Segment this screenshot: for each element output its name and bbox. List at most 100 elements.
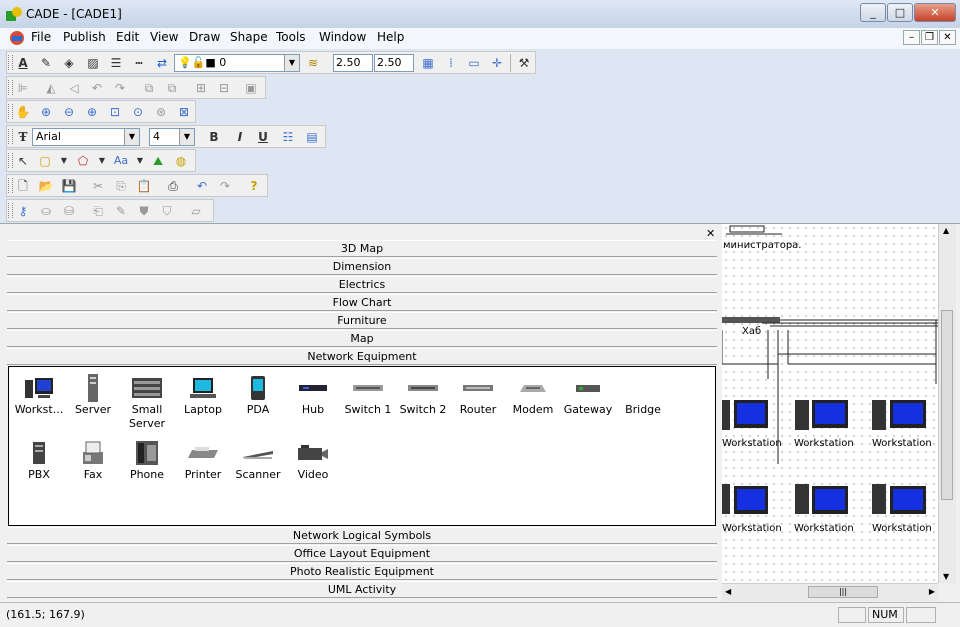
paragraph-icon[interactable]: ☷ <box>280 129 296 145</box>
layers-icon[interactable]: ≋ <box>305 55 321 71</box>
bold-button[interactable]: B <box>206 129 222 145</box>
menu-edit[interactable]: Edit <box>116 30 139 44</box>
image-icon[interactable]: ⛰ <box>150 153 166 169</box>
vertical-scrollbar[interactable]: ▲ ▼ <box>938 224 956 583</box>
shape-video[interactable]: Video <box>285 438 341 482</box>
menu-file[interactable]: File <box>31 30 51 44</box>
rotate-right-icon[interactable]: ↷ <box>112 80 128 96</box>
save-icon[interactable]: 💾 <box>61 178 77 194</box>
font-size-select[interactable]: 4 ▼ <box>149 128 195 146</box>
arrows-icon[interactable]: ⇄ <box>154 55 170 71</box>
close-button[interactable]: ✕ <box>914 3 956 22</box>
shape-bridge[interactable]: Bridge <box>615 373 671 417</box>
menu-view[interactable]: View <box>150 30 178 44</box>
category-office-layout-equipment[interactable]: Office Layout Equipment <box>7 545 717 562</box>
export-1-icon[interactable]: ⎗ <box>90 203 106 219</box>
shape-workstation[interactable]: Workst... <box>11 373 67 417</box>
shape-pbx[interactable]: PBX <box>11 438 67 482</box>
drawing-canvas[interactable]: министратора. Хаб Workstation Workstatio… <box>722 224 938 583</box>
category-3d-map[interactable]: 3D Map <box>7 240 717 257</box>
shape-gateway[interactable]: Gateway <box>560 373 616 417</box>
mdi-minimize-button[interactable]: – <box>903 30 920 45</box>
mdi-close-button[interactable]: ✕ <box>939 30 956 45</box>
open-folder-icon[interactable]: 📂 <box>38 178 54 194</box>
export-2-icon[interactable]: ✎ <box>113 203 129 219</box>
shape-pda[interactable]: PDA <box>230 373 286 417</box>
menu-help[interactable]: Help <box>377 30 404 44</box>
shape-fax[interactable]: Fax <box>65 438 121 482</box>
shape-server[interactable]: Server <box>65 373 121 417</box>
chevron-down-icon[interactable]: ▼ <box>56 153 72 169</box>
close-pane-icon[interactable]: ✕ <box>706 227 715 240</box>
shape-phone[interactable]: Phone <box>119 438 175 482</box>
minimize-button[interactable]: _ <box>860 3 886 22</box>
group-icon[interactable]: ⊞ <box>193 80 209 96</box>
pan-hand-icon[interactable]: ✋ <box>15 104 31 120</box>
menu-publish[interactable]: Publish <box>63 30 106 44</box>
width-field[interactable]: 2.50 <box>333 54 373 72</box>
category-map[interactable]: Map <box>7 330 717 347</box>
bring-front-icon[interactable]: ⧉ <box>141 80 157 96</box>
horizontal-scroll-thumb[interactable]: ||| <box>808 586 878 598</box>
ungroup-icon[interactable]: ⊟ <box>216 80 232 96</box>
polygon-tool-icon[interactable]: ⬠ <box>75 153 91 169</box>
flip-horizontal-icon[interactable]: ◭ <box>43 80 59 96</box>
rotate-left-icon[interactable]: ↶ <box>89 80 105 96</box>
key-icon[interactable]: ⚷ <box>15 203 31 219</box>
height-field[interactable]: 2.50 <box>374 54 414 72</box>
category-flow-chart[interactable]: Flow Chart <box>7 294 717 311</box>
text-tool-button[interactable]: Aa <box>113 153 129 169</box>
category-uml-activity[interactable]: UML Activity <box>7 581 717 598</box>
menu-shape[interactable]: Shape <box>230 30 268 44</box>
select-arrow-icon[interactable]: ↖ <box>15 153 31 169</box>
category-network-logical-symbols[interactable]: Network Logical Symbols <box>7 527 717 544</box>
text-properties-icon[interactable]: ▤ <box>304 129 320 145</box>
publish-2-icon[interactable]: ⛁ <box>61 203 77 219</box>
properties-icon[interactable]: ▣ <box>243 80 259 96</box>
undo-icon[interactable]: ↶ <box>194 178 210 194</box>
vertical-scroll-thumb[interactable] <box>941 310 953 500</box>
copy-icon[interactable]: ⎘ <box>113 178 129 194</box>
paste-icon[interactable]: 📋 <box>136 178 152 194</box>
shape-router[interactable]: Router <box>450 373 506 417</box>
font-select[interactable]: Arial ▼ <box>32 128 140 146</box>
horizontal-scrollbar[interactable]: ◀ ||| ▶ <box>722 583 938 601</box>
grid-icon[interactable]: ▦ <box>420 55 436 71</box>
shape-small-server[interactable]: Small Server <box>119 373 175 431</box>
zoom-fit-icon[interactable]: ⊡ <box>107 104 123 120</box>
category-dimension[interactable]: Dimension <box>7 258 717 275</box>
mdi-restore-button[interactable]: ❐ <box>921 30 938 45</box>
zoom-out-icon[interactable]: ⊖ <box>61 104 77 120</box>
category-furniture[interactable]: Furniture <box>7 312 717 329</box>
italic-button[interactable]: I <box>232 129 248 145</box>
scroll-left-icon[interactable]: ◀ <box>725 587 731 596</box>
menu-draw[interactable]: Draw <box>189 30 220 44</box>
shape-switch-2[interactable]: Switch 2 <box>395 373 451 417</box>
print-icon[interactable]: ⎙ <box>165 178 181 194</box>
align-icon[interactable]: ⊫ <box>15 80 31 96</box>
shape-switch-1[interactable]: Switch 1 <box>340 373 396 417</box>
publish-1-icon[interactable]: ⛀ <box>38 203 54 219</box>
shape-modem[interactable]: Modem <box>505 373 561 417</box>
flip-vertical-icon[interactable]: ◁ <box>66 80 82 96</box>
fill-bucket-icon[interactable]: ◈ <box>61 55 77 71</box>
export-5-icon[interactable]: ▱ <box>188 203 204 219</box>
chevron-down-icon[interactable]: ▼ <box>94 153 110 169</box>
snap-icon[interactable]: ✛ <box>489 55 505 71</box>
export-3-icon[interactable]: ⛊ <box>136 203 152 219</box>
pen-icon[interactable]: ✎ <box>38 55 54 71</box>
menu-window[interactable]: Window <box>319 30 366 44</box>
scroll-down-icon[interactable]: ▼ <box>943 572 949 581</box>
layer-select[interactable]: 💡🔓■ 0 ▼ <box>174 54 300 72</box>
line-width-icon[interactable]: ☰ <box>108 55 124 71</box>
redo-icon[interactable]: ↷ <box>217 178 233 194</box>
zoom-in-icon[interactable]: ⊕ <box>38 104 54 120</box>
rectangle-tool-icon[interactable]: ▢ <box>37 153 53 169</box>
zoom-selection-icon[interactable]: ⊠ <box>176 104 192 120</box>
tools-icon[interactable]: ⚒ <box>516 55 532 71</box>
scroll-right-icon[interactable]: ▶ <box>929 587 935 596</box>
shape-hub[interactable]: Hub <box>285 373 341 417</box>
new-file-icon[interactable]: 🗋 <box>15 178 31 194</box>
maximize-button[interactable]: □ <box>887 3 913 22</box>
document-icon[interactable] <box>9 30 25 46</box>
